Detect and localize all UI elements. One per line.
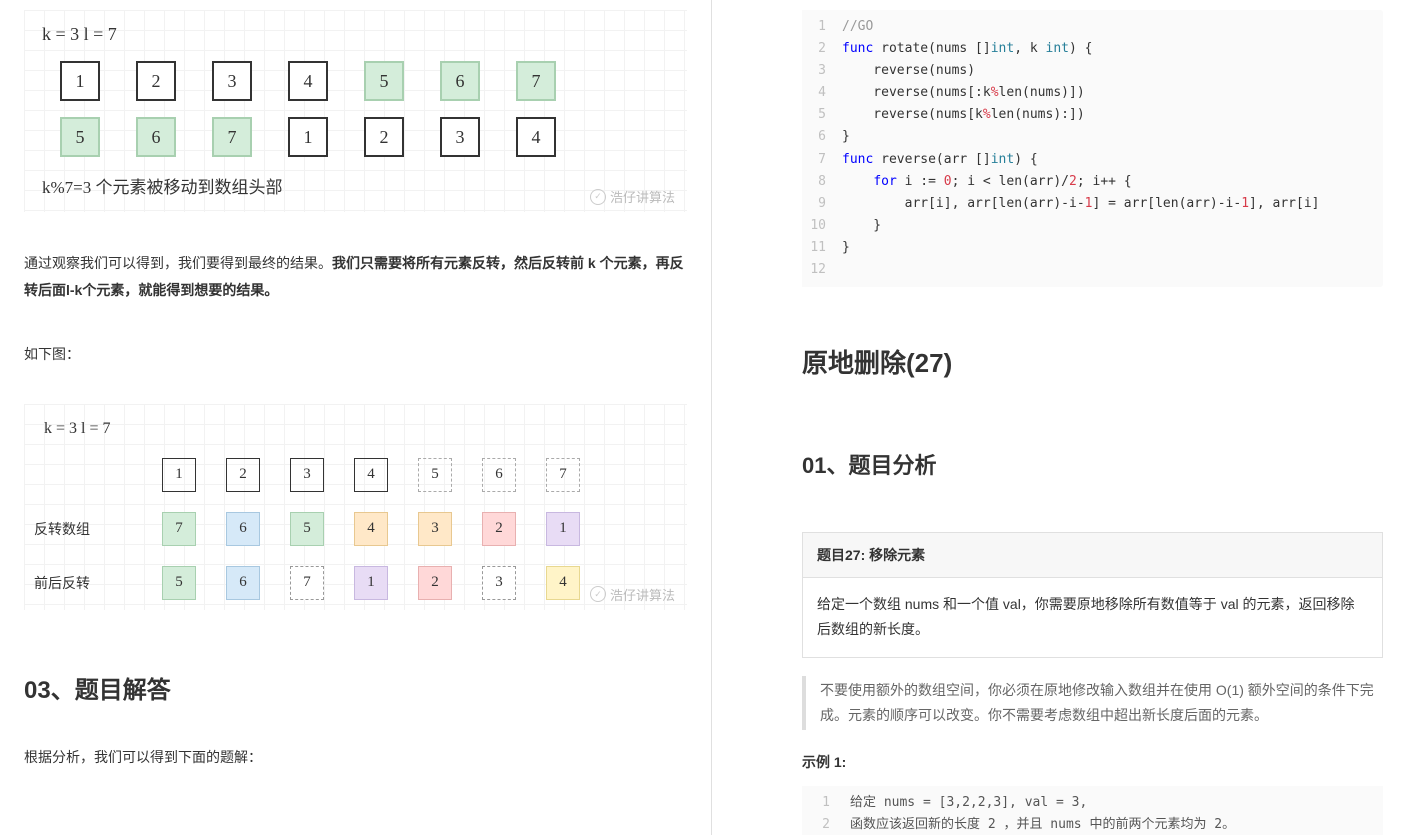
- array-cell: 5: [364, 61, 404, 101]
- array-cell: 2: [136, 61, 176, 101]
- problem-body: 给定一个数组 nums 和一个值 val，你需要原地移除所有数值等于 val 的…: [803, 578, 1382, 656]
- array-cell: 5: [418, 458, 452, 492]
- row-label: 前后反转: [34, 573, 144, 593]
- example-label: 示例 1:: [802, 752, 1383, 772]
- fig1-caption: k%7=3 个元素被移动到数组头部: [42, 173, 669, 198]
- problem-title: 题目27: 移除元素: [803, 533, 1382, 578]
- subsection-01: 01、题目分析: [802, 448, 1383, 480]
- array-cell: 4: [354, 458, 388, 492]
- array-cell: 7: [516, 61, 556, 101]
- section-heading-03: 03、题目解答: [24, 670, 687, 705]
- fig2-row: 前后反转 5671234: [34, 566, 677, 600]
- array-cell: 3: [212, 61, 252, 101]
- figure-reverse-steps: k = 3 l = 7 1234567反转数组7654321前后反转567123…: [24, 404, 687, 610]
- array-cell: 5: [60, 117, 100, 157]
- constraint-quote: 不要使用额外的数组空间，你必须在原地修改输入数组并在使用 O(1) 额外空间的条…: [802, 676, 1383, 730]
- array-cell: 7: [546, 458, 580, 492]
- wechat-icon: ✓: [590, 189, 606, 205]
- analysis-paragraph: 通过观察我们可以得到，我们要得到最终的结果。我们只需要将所有元素反转，然后反转前…: [24, 250, 687, 303]
- array-cell: 4: [288, 61, 328, 101]
- array-cell: 6: [226, 566, 260, 600]
- solution-intro: 根据分析，我们可以得到下面的题解：: [24, 747, 687, 767]
- array-cell: 4: [546, 566, 580, 600]
- fig1-row1: 1234567: [60, 61, 669, 101]
- array-cell: 1: [162, 458, 196, 492]
- wechat-icon: ✓: [590, 586, 606, 602]
- fig1-row2: 5671234: [60, 117, 669, 157]
- watermark: ✓浩仔讲算法: [590, 187, 675, 206]
- array-cell: 6: [136, 117, 176, 157]
- problem-box: 题目27: 移除元素 给定一个数组 nums 和一个值 val，你需要原地移除所…: [802, 532, 1383, 657]
- array-cell: 6: [482, 458, 516, 492]
- array-cell: 2: [226, 458, 260, 492]
- array-cell: 6: [440, 61, 480, 101]
- array-cell: 6: [226, 512, 260, 546]
- array-cell: 2: [482, 512, 516, 546]
- array-cell: 3: [440, 117, 480, 157]
- array-cell: 1: [288, 117, 328, 157]
- array-cell: 1: [354, 566, 388, 600]
- fig2-header: k = 3 l = 7: [44, 420, 677, 438]
- array-cell: 3: [482, 566, 516, 600]
- array-cell: 2: [364, 117, 404, 157]
- figure-rotate-result: k = 3 l = 7 1234567 5671234 k%7=3 个元素被移动…: [24, 10, 687, 212]
- array-cell: 7: [290, 566, 324, 600]
- array-cell: 5: [290, 512, 324, 546]
- array-cell: 2: [418, 566, 452, 600]
- watermark: ✓浩仔讲算法: [590, 585, 675, 604]
- fig1-header: k = 3 l = 7: [42, 24, 669, 45]
- array-cell: 7: [212, 117, 252, 157]
- array-cell: 3: [290, 458, 324, 492]
- array-cell: 4: [354, 512, 388, 546]
- fig2-row: 反转数组 7654321: [34, 512, 677, 546]
- as-below: 如下图：: [24, 341, 687, 368]
- example-block: 123 给定 nums = [3,2,2,3], val = 3,函数应该返回新…: [802, 786, 1383, 835]
- array-cell: 5: [162, 566, 196, 600]
- array-cell: 1: [60, 61, 100, 101]
- row-label: 反转数组: [34, 519, 144, 539]
- code-block-go: 123456789101112 //GOfunc rotate(nums []i…: [802, 10, 1383, 287]
- fig2-row: 1234567: [34, 458, 677, 492]
- array-cell: 3: [418, 512, 452, 546]
- array-cell: 1: [546, 512, 580, 546]
- array-cell: 4: [516, 117, 556, 157]
- section-title-27: 原地删除(27): [802, 343, 1383, 380]
- array-cell: 7: [162, 512, 196, 546]
